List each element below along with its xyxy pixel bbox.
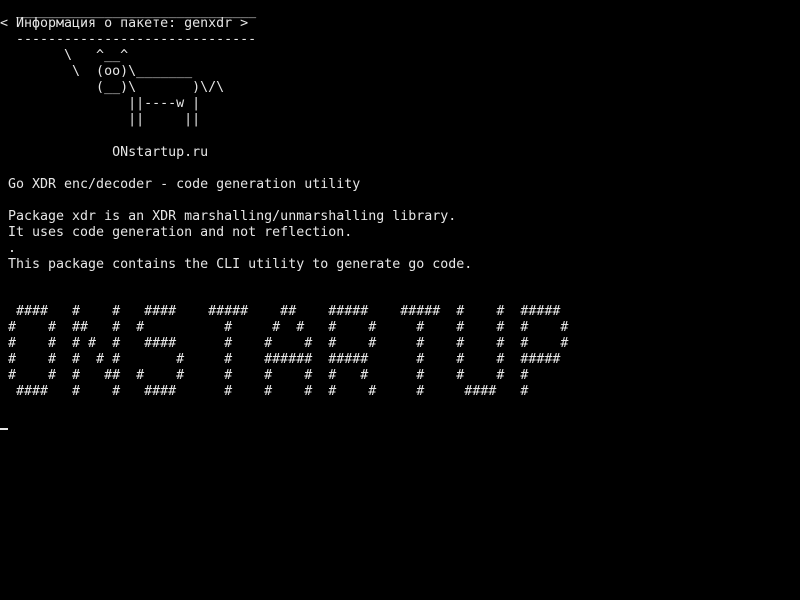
package-info-line: It uses code generation and not reflecti… <box>8 225 353 240</box>
ascii-banner-line: #### # # #### # # # # # # #### # <box>8 384 529 399</box>
ascii-banner-line: # # # # # # # ###### ##### # # # ##### <box>8 352 561 367</box>
ascii-banner-line: # # # ## # # # # # # # # # # # <box>8 368 529 383</box>
ascii-banner-line: # # # # # #### # # # # # # # # # # <box>8 336 569 351</box>
cow-art-line: (__)\ )\/\ <box>8 80 225 95</box>
cow-art-line: ||----w | <box>8 96 201 111</box>
text-cursor <box>0 428 8 430</box>
cow-art-line: || || <box>8 112 201 127</box>
terminal-screen[interactable]: ______________________________ < Информа… <box>0 0 800 600</box>
ascii-banner-line: #### # # #### ##### ## ##### ##### # # #… <box>8 304 561 319</box>
site-name: ONstartup.ru <box>8 145 209 160</box>
speech-bubble-bottom-border: ------------------------------ <box>8 32 257 47</box>
speech-bubble-text: < Информация о пакете: genxdr > <box>0 16 249 31</box>
package-info-line: . <box>8 241 17 256</box>
package-description: Go XDR enc/decoder - code generation uti… <box>8 177 361 192</box>
package-info-line: Package xdr is an XDR marshalling/unmars… <box>8 209 457 224</box>
ascii-banner-line: # # ## # # # # # # # # # # # # <box>8 320 569 335</box>
cow-art-line: \ (oo)\_______ <box>8 64 193 79</box>
package-info-line: This package contains the CLI utility to… <box>8 257 473 272</box>
cow-art-line: \ ^__^ <box>8 48 129 63</box>
